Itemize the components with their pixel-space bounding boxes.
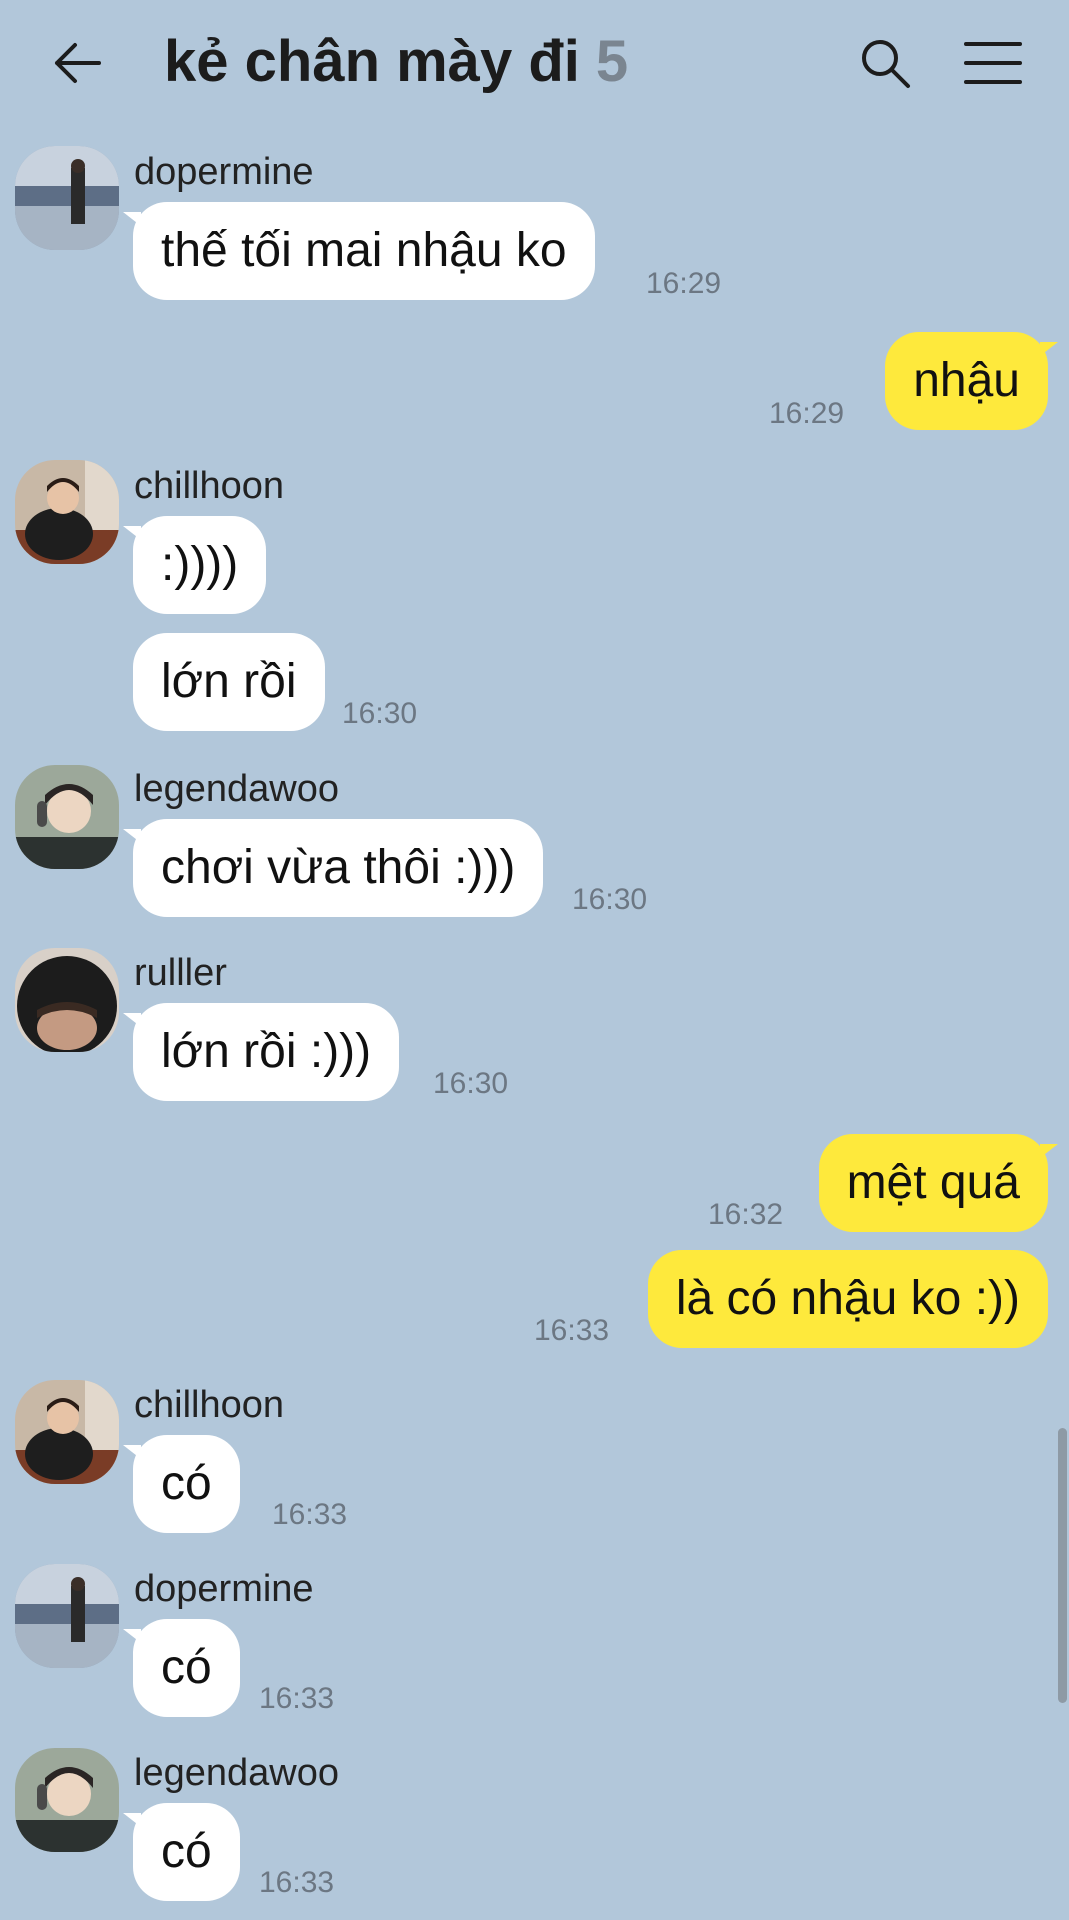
member-count: 5 [595,29,629,94]
menu-icon [964,42,1022,84]
back-button[interactable] [44,30,110,96]
message-time: 16:33 [259,1866,335,1899]
search-icon [862,40,910,88]
menu-button[interactable] [958,28,1028,98]
message-time: 16:33 [534,1314,610,1347]
chat-title: kẻ chân mày đi 5 [164,26,628,98]
avatar-legendawoo[interactable] [15,765,119,869]
sender-name: dopermine [134,1568,314,1610]
message-time: 16:29 [769,397,845,430]
message-time: 16:30 [342,697,418,730]
sender-name: legendawoo [134,1752,339,1794]
message-bubble[interactable]: mệt quá [818,1134,1059,1232]
message-bubble[interactable]: nhậu [885,332,1058,430]
avatar-chillhoon[interactable] [15,1380,119,1484]
message-bubble[interactable]: có [123,1435,240,1533]
message-time: 16:32 [708,1198,784,1231]
sender-name: chillhoon [134,465,284,507]
sender-name: rulller [134,952,227,994]
avatar-legendawoo[interactable] [15,1748,119,1852]
sender-name: dopermine [134,151,314,193]
scrollbar[interactable] [1058,1428,1067,1703]
chat-title-text: kẻ chân mày đi [164,29,580,94]
avatar-dopermine[interactable] [15,146,119,250]
avatar-rulller[interactable] [15,948,119,1052]
message-time: 16:33 [272,1498,348,1531]
message-time: 16:29 [646,267,722,300]
message-bubble[interactable]: :)))) [122,516,267,614]
sender-name: chillhoon [134,1384,284,1426]
message-time: 16:33 [259,1682,335,1715]
avatar-dopermine[interactable] [15,1564,119,1668]
message-bubble[interactable]: chơi vừa thôi :))) [122,819,544,917]
avatar-chillhoon[interactable] [15,460,119,564]
message-bubble[interactable]: thế tối mai nhậu ko [123,202,595,300]
message-bubble[interactable]: có [123,1619,240,1717]
back-arrow-icon [55,43,101,83]
sender-name: legendawoo [134,768,339,810]
chat-header: kẻ chân mày đi 5 [0,0,1069,130]
message-bubble[interactable]: có [123,1803,240,1901]
message-bubble[interactable]: lớn rồi :))) [122,1003,400,1101]
message-time: 16:30 [572,883,648,916]
message-time: 16:30 [433,1067,509,1100]
search-button[interactable] [850,28,920,98]
message-bubble[interactable]: lớn rồi [133,633,325,731]
message-bubble[interactable]: là có nhậu ko :)) [647,1250,1048,1348]
